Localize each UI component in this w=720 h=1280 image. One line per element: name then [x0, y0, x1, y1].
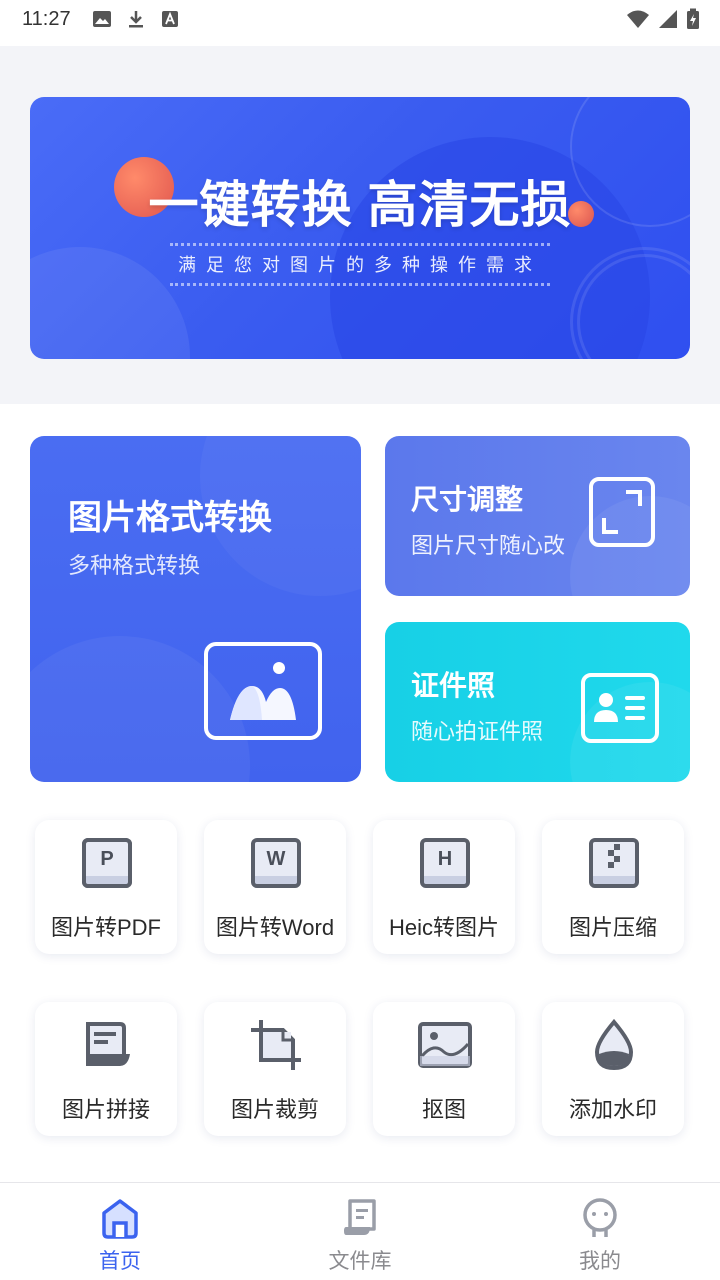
tool-add-watermark[interactable]: 添加水印 [542, 1002, 684, 1136]
id-photo-subtitle: 随心拍证件照 [411, 719, 544, 744]
tool-label: 添加水印 [568, 1097, 657, 1122]
image-notification-icon [93, 11, 111, 27]
wifi-icon [627, 10, 649, 28]
tool-label: 图片转Word [215, 915, 335, 940]
nav-item-home[interactable]: 首页 [0, 1183, 240, 1280]
download-icon [129, 11, 143, 28]
id-card-icon [581, 673, 659, 743]
id-photo-title: 证件照 [411, 670, 496, 701]
battery-icon [687, 8, 699, 29]
format-convert-card[interactable]: 图片格式转换 多种格式转换 [30, 436, 361, 782]
tool-heic-to-image[interactable]: H Heic转图片 [373, 820, 515, 954]
bottom-nav: 首页 文件库 我的 [0, 1182, 720, 1280]
nav-label: 首页 [99, 1250, 141, 1273]
size-adjust-subtitle: 图片尺寸随心改 [411, 533, 566, 558]
tool-label: 图片拼接 [61, 1097, 150, 1122]
home-icon [102, 1199, 138, 1239]
nav-item-profile[interactable]: 我的 [480, 1183, 720, 1280]
status-bar: 11:27 [0, 0, 720, 46]
promo-banner[interactable]: 一键转换 高清无损 满足您对图片的多种操作需求 [30, 97, 690, 359]
tool-image-compress[interactable]: 图片压缩 [542, 820, 684, 954]
watermark-icon [594, 1018, 634, 1071]
banner-subtitle: 满足您对图片的多种操作需求 [178, 255, 542, 275]
size-adjust-title: 尺寸调整 [411, 484, 524, 515]
system-icons [626, 8, 700, 30]
tool-label: 抠图 [421, 1097, 466, 1122]
file-library-icon [344, 1199, 376, 1235]
id-photo-card[interactable]: 证件照 随心拍证件照 [385, 622, 690, 782]
resize-icon [589, 477, 655, 547]
stitch-icon [86, 1022, 130, 1066]
profile-icon [583, 1198, 617, 1237]
notification-icons [92, 9, 180, 29]
size-adjust-card[interactable]: 尺寸调整 图片尺寸随心改 [385, 436, 690, 596]
tool-image-to-word[interactable]: W 图片转Word [204, 820, 346, 954]
heic-glyph: H [437, 848, 453, 870]
tool-cutout[interactable]: 抠图 [373, 1002, 515, 1136]
compress-icon [589, 838, 639, 888]
nav-item-file-library[interactable]: 文件库 [240, 1183, 480, 1280]
cutout-icon [418, 1022, 472, 1068]
tool-label: 图片裁剪 [230, 1097, 319, 1122]
banner-title: 一键转换 高清无损 [148, 177, 572, 233]
pdf-glyph: P [100, 848, 114, 870]
format-convert-subtitle: 多种格式转换 [68, 553, 201, 578]
crop-icon [251, 1020, 301, 1070]
banner-divider [170, 283, 550, 286]
status-time: 11:27 [22, 8, 71, 30]
banner-area: 一键转换 高清无损 满足您对图片的多种操作需求 [0, 46, 720, 404]
font-app-icon [162, 11, 178, 27]
nav-label: 我的 [579, 1250, 621, 1273]
tool-image-crop[interactable]: 图片裁剪 [204, 1002, 346, 1136]
signal-icon [659, 10, 677, 28]
banner-divider [170, 243, 550, 246]
tool-label: Heic转图片 [388, 915, 499, 940]
tool-image-stitch[interactable]: 图片拼接 [35, 1002, 177, 1136]
tool-image-to-pdf[interactable]: P 图片转PDF [35, 820, 177, 954]
format-convert-title: 图片格式转换 [68, 499, 272, 537]
tool-label: 图片压缩 [568, 915, 657, 940]
nav-label: 文件库 [328, 1250, 392, 1273]
tool-label: 图片转PDF [50, 915, 161, 940]
image-icon [204, 642, 322, 740]
word-glyph: W [266, 848, 286, 870]
